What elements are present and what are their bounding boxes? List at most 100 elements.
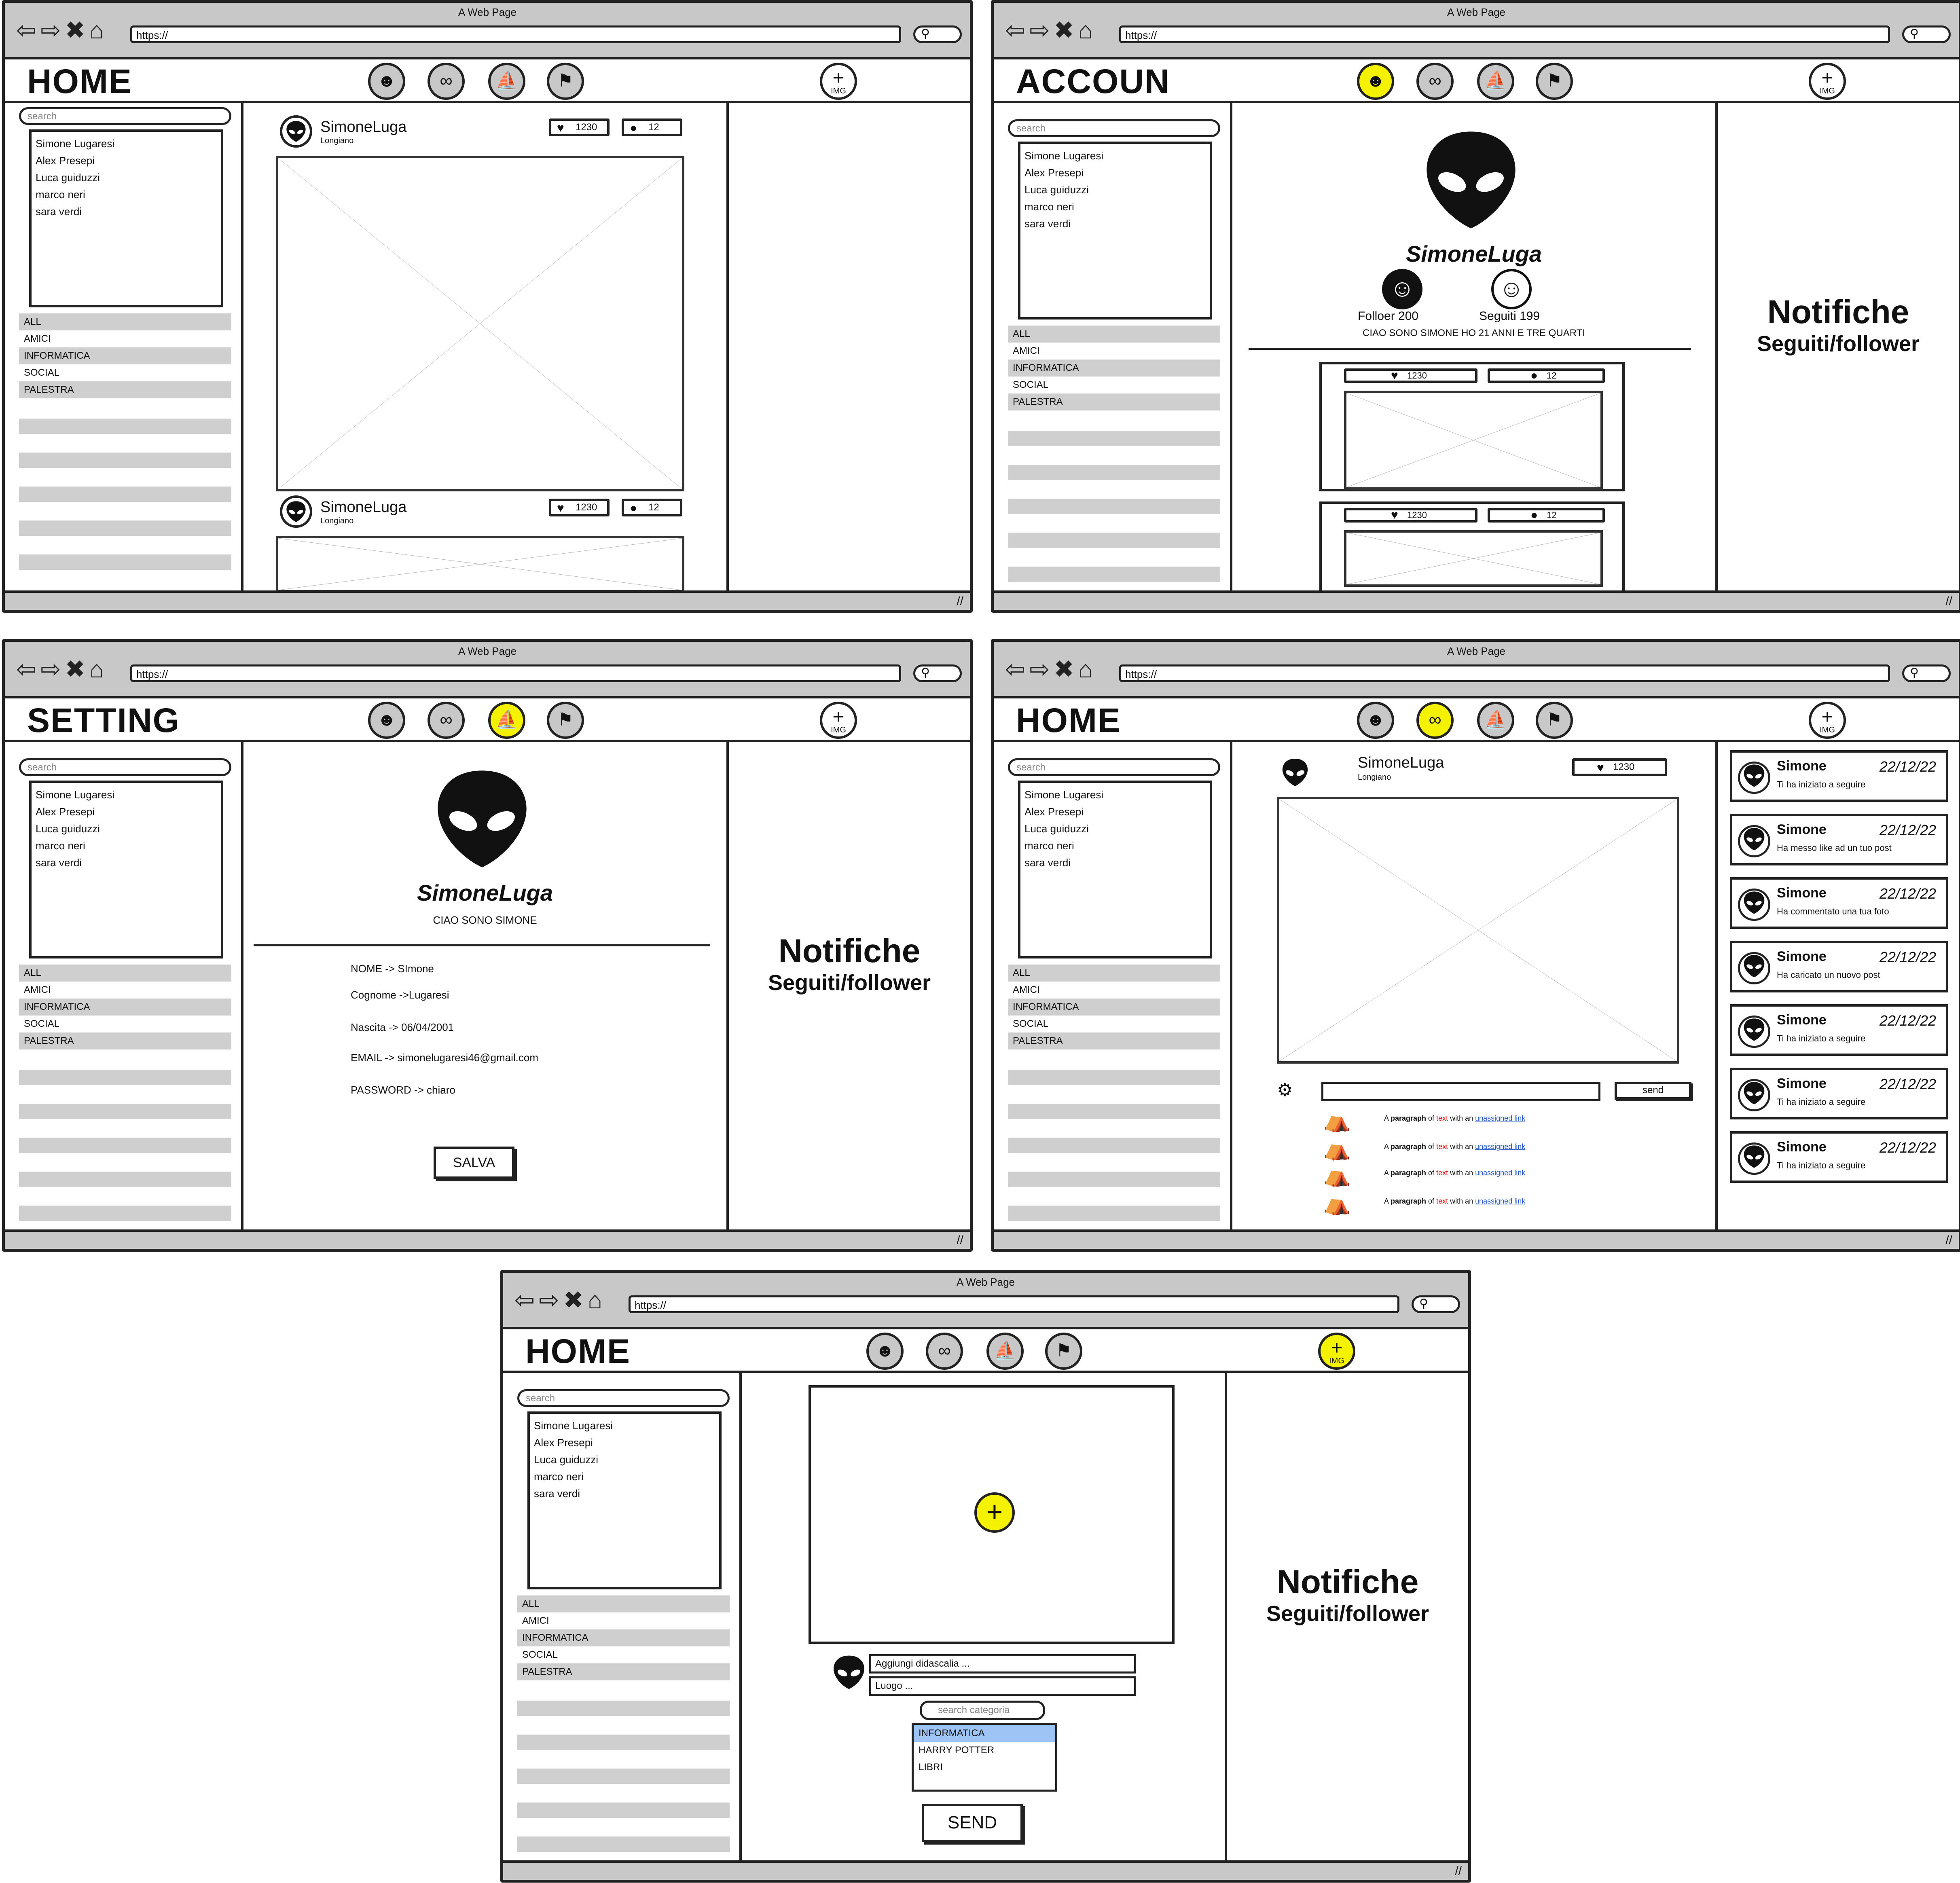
url-bar[interactable]: https://	[629, 1295, 1399, 1313]
notification-item[interactable]: Simone 22/12/22 Ti ha iniziato a seguire	[1730, 1068, 1948, 1119]
resize-grip-icon[interactable]: //	[957, 1233, 963, 1247]
user-list-item[interactable]: Luca guiduzzi	[1024, 181, 1206, 198]
notification-item[interactable]: Simone 22/12/22 Ti ha iniziato a seguire	[1730, 1004, 1948, 1056]
comment-input[interactable]	[1321, 1082, 1600, 1101]
category-item[interactable]: INFORMATICA	[1008, 360, 1220, 377]
notification-item[interactable]: Simone 22/12/22 Ha commentato una tua foto	[1730, 877, 1948, 929]
resize-grip-icon[interactable]: //	[1455, 1864, 1462, 1878]
user-list-item[interactable]: Alex Presepi	[1024, 164, 1206, 181]
search-input[interactable]: search	[1008, 758, 1220, 776]
url-bar[interactable]: https://	[130, 25, 901, 43]
browser-search-icon[interactable]: ⚲	[1902, 25, 1951, 43]
post-image[interactable]	[1277, 797, 1679, 1064]
category-item[interactable]: PALESTRA	[19, 381, 231, 398]
category-item[interactable]: AMICI	[1008, 343, 1220, 360]
user-list-item[interactable]: marco neri	[36, 837, 217, 854]
unassigned-link[interactable]: unassigned link	[1475, 1114, 1525, 1122]
category-item[interactable]: PALESTRA	[1008, 1032, 1220, 1049]
category-item[interactable]: AMICI	[19, 330, 231, 347]
like-counter[interactable]: ♥ 1230	[1572, 758, 1667, 776]
user-list-item[interactable]: Simone Lugaresi	[534, 1417, 715, 1434]
nav-arrows-icon[interactable]: ⇦⇨✖⌂	[16, 657, 108, 681]
search-input[interactable]: search	[517, 1389, 730, 1407]
user-list-item[interactable]: marco neri	[1024, 198, 1206, 215]
user-list-item[interactable]: sara verdi	[36, 854, 217, 871]
user-list-item[interactable]: Luca guiduzzi	[36, 169, 217, 186]
avatar[interactable]	[280, 495, 312, 528]
nav-arrows-icon[interactable]: ⇦⇨✖⌂	[16, 18, 108, 42]
browser-search-icon[interactable]: ⚲	[1412, 1295, 1460, 1313]
setting-field[interactable]: PASSWORD -> chiaro	[351, 1084, 455, 1096]
url-bar[interactable]: https://	[1119, 664, 1890, 682]
user-list-item[interactable]: Alex Presepi	[36, 152, 217, 169]
browser-search-icon[interactable]: ⚲	[913, 25, 962, 43]
followers-icon[interactable]: ☺	[1382, 269, 1422, 309]
nav-arrows-icon[interactable]: ⇦⇨✖⌂	[1005, 18, 1097, 42]
nav-activity-icon[interactable]: ⚑	[1045, 1333, 1082, 1370]
category-option[interactable]: INFORMATICA	[914, 1725, 1055, 1742]
user-list-item[interactable]: marco neri	[534, 1468, 715, 1485]
category-item[interactable]: PALESTRA	[1008, 394, 1220, 410]
nav-voicemail-icon[interactable]: ∞	[1416, 63, 1454, 100]
nav-activity-icon[interactable]: ⚑	[547, 63, 584, 100]
user-list-item[interactable]: Luca guiduzzi	[1024, 820, 1206, 837]
place-input[interactable]: Luogo ...	[869, 1676, 1136, 1696]
post-image[interactable]	[276, 536, 684, 592]
user-list-item[interactable]: marco neri	[36, 186, 217, 203]
category-item[interactable]: SOCIAL	[19, 1016, 231, 1032]
post-image[interactable]	[276, 156, 684, 491]
category-item[interactable]: AMICI	[517, 1612, 730, 1629]
followers-count[interactable]: Folloer 200	[1358, 309, 1418, 323]
notification-item[interactable]: Simone 22/12/22 Ti ha iniziato a seguire	[1730, 1131, 1948, 1183]
nav-voicemail-icon[interactable]: ∞	[428, 702, 465, 739]
comment-counter[interactable]: ● 12	[622, 118, 682, 136]
category-item[interactable]: SOCIAL	[19, 364, 231, 381]
notification-item[interactable]: Simone 22/12/22 Ha messo like ad un tuo po…	[1730, 814, 1948, 865]
profile-post[interactable]: ♥ 1230 ● 12	[1319, 362, 1625, 491]
user-list-item[interactable]: Alex Presepi	[1024, 803, 1206, 820]
category-item[interactable]: SOCIAL	[1008, 1016, 1220, 1032]
user-list-item[interactable]: sara verdi	[1024, 854, 1206, 871]
category-item[interactable]: INFORMATICA	[19, 999, 231, 1016]
user-list-item[interactable]: sara verdi	[1024, 215, 1206, 232]
category-item[interactable]: PALESTRA	[19, 1032, 231, 1049]
nav-arrows-icon[interactable]: ⇦⇨✖⌂	[514, 1288, 606, 1312]
resize-grip-icon[interactable]: //	[1945, 595, 1952, 608]
nav-activity-icon[interactable]: ⚑	[547, 702, 584, 739]
post-image[interactable]	[1344, 391, 1603, 490]
setting-field[interactable]: Nascita -> 06/04/2001	[351, 1021, 454, 1034]
category-option[interactable]: LIBRI	[914, 1759, 1055, 1776]
category-item[interactable]: ALL	[517, 1595, 730, 1612]
add-image-button[interactable]: + IMG	[820, 702, 857, 739]
category-item[interactable]: ALL	[19, 965, 231, 982]
notification-item[interactable]: Simone 22/12/22 Ti ha iniziato a seguire	[1730, 750, 1948, 802]
category-item[interactable]: AMICI	[1008, 982, 1220, 999]
setting-field[interactable]: NOME -> SImone	[351, 963, 434, 975]
url-bar[interactable]: https://	[1119, 25, 1890, 43]
search-input[interactable]: search	[19, 758, 231, 776]
user-list-item[interactable]: Simone Lugaresi	[1024, 147, 1206, 164]
category-search-input[interactable]: search categoria	[920, 1701, 1045, 1720]
category-item[interactable]: ALL	[19, 313, 231, 330]
nav-activity-icon[interactable]: ⚑	[1536, 702, 1573, 739]
like-counter[interactable]: ♥ 1230	[549, 118, 610, 136]
unassigned-link[interactable]: unassigned link	[1475, 1142, 1525, 1151]
send-button[interactable]: SEND	[922, 1804, 1023, 1842]
following-count[interactable]: Seguiti 199	[1479, 309, 1540, 323]
user-list-item[interactable]: sara verdi	[534, 1485, 715, 1502]
nav-voicemail-icon[interactable]: ∞	[926, 1333, 963, 1370]
user-list-item[interactable]: marco neri	[1024, 837, 1206, 854]
nav-profile-icon[interactable]: ☻	[368, 63, 405, 100]
search-input[interactable]: search	[19, 107, 231, 125]
category-item[interactable]: PALESTRA	[517, 1663, 730, 1680]
category-item[interactable]: INFORMATICA	[517, 1629, 730, 1646]
nav-voicemail-icon[interactable]: ∞	[1416, 702, 1454, 739]
category-item[interactable]: ALL	[1008, 965, 1220, 982]
nav-arrows-icon[interactable]: ⇦⇨✖⌂	[1005, 657, 1097, 681]
nav-settings-icon[interactable]: ⛵	[986, 1333, 1024, 1370]
like-counter[interactable]: ♥ 1230	[1344, 368, 1477, 383]
post-username[interactable]: SimoneLuga	[320, 499, 406, 516]
add-image-button[interactable]: + IMG	[1809, 63, 1846, 100]
nav-profile-icon[interactable]: ☻	[368, 702, 405, 739]
nav-settings-icon[interactable]: ⛵	[488, 63, 525, 100]
